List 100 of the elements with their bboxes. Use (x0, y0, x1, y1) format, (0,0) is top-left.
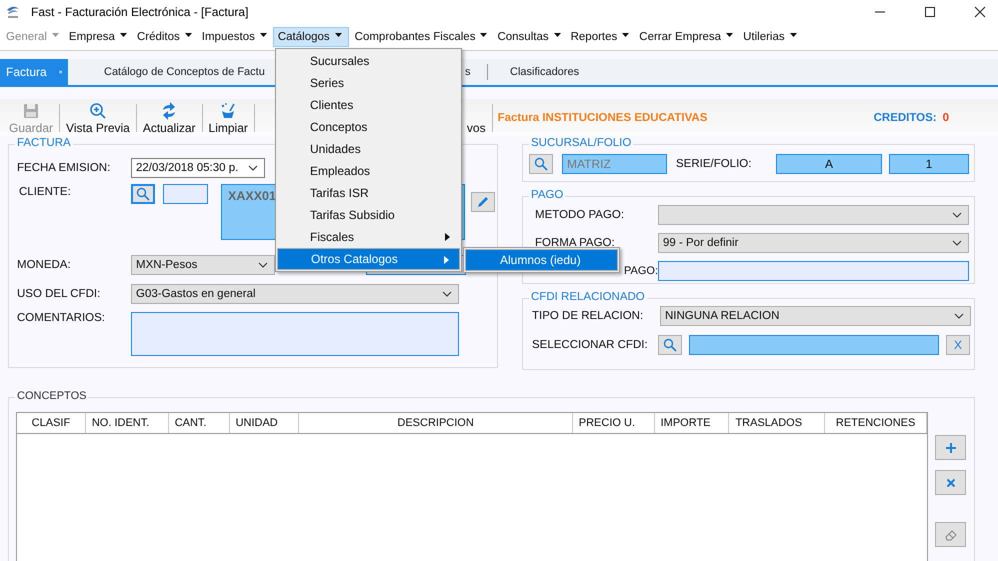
column-header[interactable]: PRECIO U. (572, 413, 655, 433)
chevron-down-icon (952, 240, 962, 246)
menu-item[interactable]: Empleados (277, 160, 460, 182)
close-icon (946, 478, 956, 488)
brush-icon (219, 102, 238, 120)
field-label: CLIENTE: (18, 186, 72, 198)
toolbar-button[interactable]: Vista Previa (63, 102, 133, 134)
caret-icon (790, 33, 797, 37)
menu-item[interactable]: Conceptos (277, 116, 460, 138)
caret-icon (480, 33, 488, 37)
close-icon[interactable] (974, 6, 986, 18)
menu-item[interactable]: Cerrar Empresa (635, 25, 738, 49)
menu-item[interactable]: Créditos (132, 25, 196, 49)
column-header[interactable]: RETENCIONES (825, 413, 928, 433)
plus-icon (944, 442, 956, 454)
field-label: SELECCIONAR CFDI: (531, 339, 649, 351)
series-field[interactable]: A (776, 154, 882, 174)
folio-field[interactable]: 1 (889, 154, 969, 174)
column-header[interactable]: DESCRIPCION (299, 413, 573, 433)
menu-item[interactable]: Clientes (277, 94, 460, 116)
column-header[interactable]: TRASLADOS (729, 413, 826, 433)
caret-icon (622, 33, 630, 37)
chevron-down-icon (954, 313, 964, 319)
field-label: USO DEL CFDI: (16, 288, 102, 300)
invoice-type-title: Factura INSTITUCIONES EDUCATIVAS (498, 112, 708, 124)
chevron-down-icon (258, 262, 268, 268)
caret-icon (184, 33, 192, 37)
edit-button[interactable] (471, 192, 495, 212)
credits-value: 0 (942, 112, 950, 124)
field-label: METODO PAGO: (534, 209, 626, 221)
zoom-in-icon (88, 102, 107, 120)
tab[interactable]: s (463, 64, 488, 80)
menu-item[interactable]: Consultas (493, 25, 565, 49)
chevron-down-icon (248, 165, 258, 171)
pencil-icon (476, 195, 490, 209)
menu-item[interactable]: Tarifas Subsidio (277, 204, 460, 226)
field-label: FECHA EMISION: (16, 162, 112, 174)
menu-item[interactable]: Fiscales (277, 226, 460, 248)
toolbar-button[interactable]: Actualizar (140, 102, 199, 134)
panel-title: FACTURA (15, 137, 73, 149)
column-header[interactable]: IMPORTE (654, 413, 730, 433)
panel-title: CONCEPTOS (15, 390, 88, 402)
tab[interactable]: Clasificadores (488, 59, 586, 85)
menu-item[interactable]: Impuestos (198, 25, 271, 49)
dropdown-field[interactable]: G03-Gastos en general (131, 284, 459, 304)
field-label: FORMA PAGO: (534, 237, 616, 249)
menu-item[interactable]: Tarifas ISR (277, 182, 460, 204)
toolbar-button[interactable]: vos (464, 102, 489, 134)
dropdown-field[interactable]: MXN-Pesos (131, 255, 275, 275)
search-button[interactable] (131, 184, 155, 204)
window-title: Fast - Facturación Electrónica - [Factura] (31, 5, 248, 19)
search-button[interactable] (658, 335, 682, 355)
caret-icon (334, 33, 342, 37)
menu-item[interactable]: Reportes (566, 25, 634, 49)
date-picker[interactable]: 22/03/2018 05:30 p. (131, 158, 265, 178)
delete-button[interactable] (935, 470, 966, 495)
field-label: PAGO: (624, 265, 658, 277)
field-label: TIPO DE RELACION: (531, 310, 644, 322)
chevron-down-icon (442, 291, 452, 297)
column-header[interactable]: CLASIF (17, 413, 86, 433)
search-button[interactable] (529, 154, 553, 174)
caret-icon (554, 33, 561, 37)
panel-title: PAGO (529, 189, 566, 201)
menu-item[interactable]: Alumnos (iedu) (465, 249, 618, 271)
search-icon (136, 187, 150, 201)
menu-item[interactable]: Catálogos (272, 27, 349, 47)
eraser-icon (944, 528, 958, 540)
tab[interactable]: Factura (0, 59, 68, 85)
menu-item[interactable]: Utilerias (739, 25, 801, 49)
column-header[interactable]: CANT. (168, 413, 230, 433)
dropdown-field[interactable]: NINGUNA RELACION (660, 306, 971, 326)
column-header[interactable]: NO. IDENT. (86, 413, 169, 433)
toolbar-button[interactable]: Limpiar (206, 102, 251, 134)
field-label: COMENTARIOS: (16, 312, 106, 324)
caret-icon (120, 33, 127, 37)
menu-item[interactable]: Comprobantes Fiscales (350, 25, 492, 49)
menu-item[interactable]: Unidades (277, 138, 460, 160)
panel-title: CFDI RELACIONADO (529, 291, 647, 303)
menu-item[interactable]: Sucursales (277, 50, 460, 72)
dropdown-field[interactable]: 99 - Por definir (658, 233, 969, 253)
column-header[interactable]: UNIDAD (230, 413, 300, 433)
save-icon (22, 102, 40, 120)
maximize-icon[interactable] (924, 6, 936, 18)
menu-item[interactable]: Otros Catalogos (277, 248, 460, 270)
tab[interactable]: Catálogo de Conceptos de Factu (104, 59, 269, 85)
menu-item[interactable]: Empresa (64, 25, 131, 49)
dropdown-field[interactable] (658, 205, 969, 225)
add-button[interactable] (935, 435, 966, 460)
eraser-button[interactable] (935, 522, 966, 547)
caret-icon (260, 33, 267, 37)
field-label: MONEDA: (16, 259, 72, 271)
cfdi-field[interactable] (689, 335, 939, 355)
input-field[interactable] (658, 261, 969, 281)
menu-item[interactable]: Series (277, 72, 460, 94)
comments-field[interactable] (131, 312, 459, 356)
search-icon (663, 338, 677, 352)
client-code-field[interactable] (163, 184, 208, 204)
panel-title: SUCURSAL/FOLIO (529, 137, 634, 149)
caret-icon (52, 33, 59, 37)
logo-icon (5, 4, 21, 20)
